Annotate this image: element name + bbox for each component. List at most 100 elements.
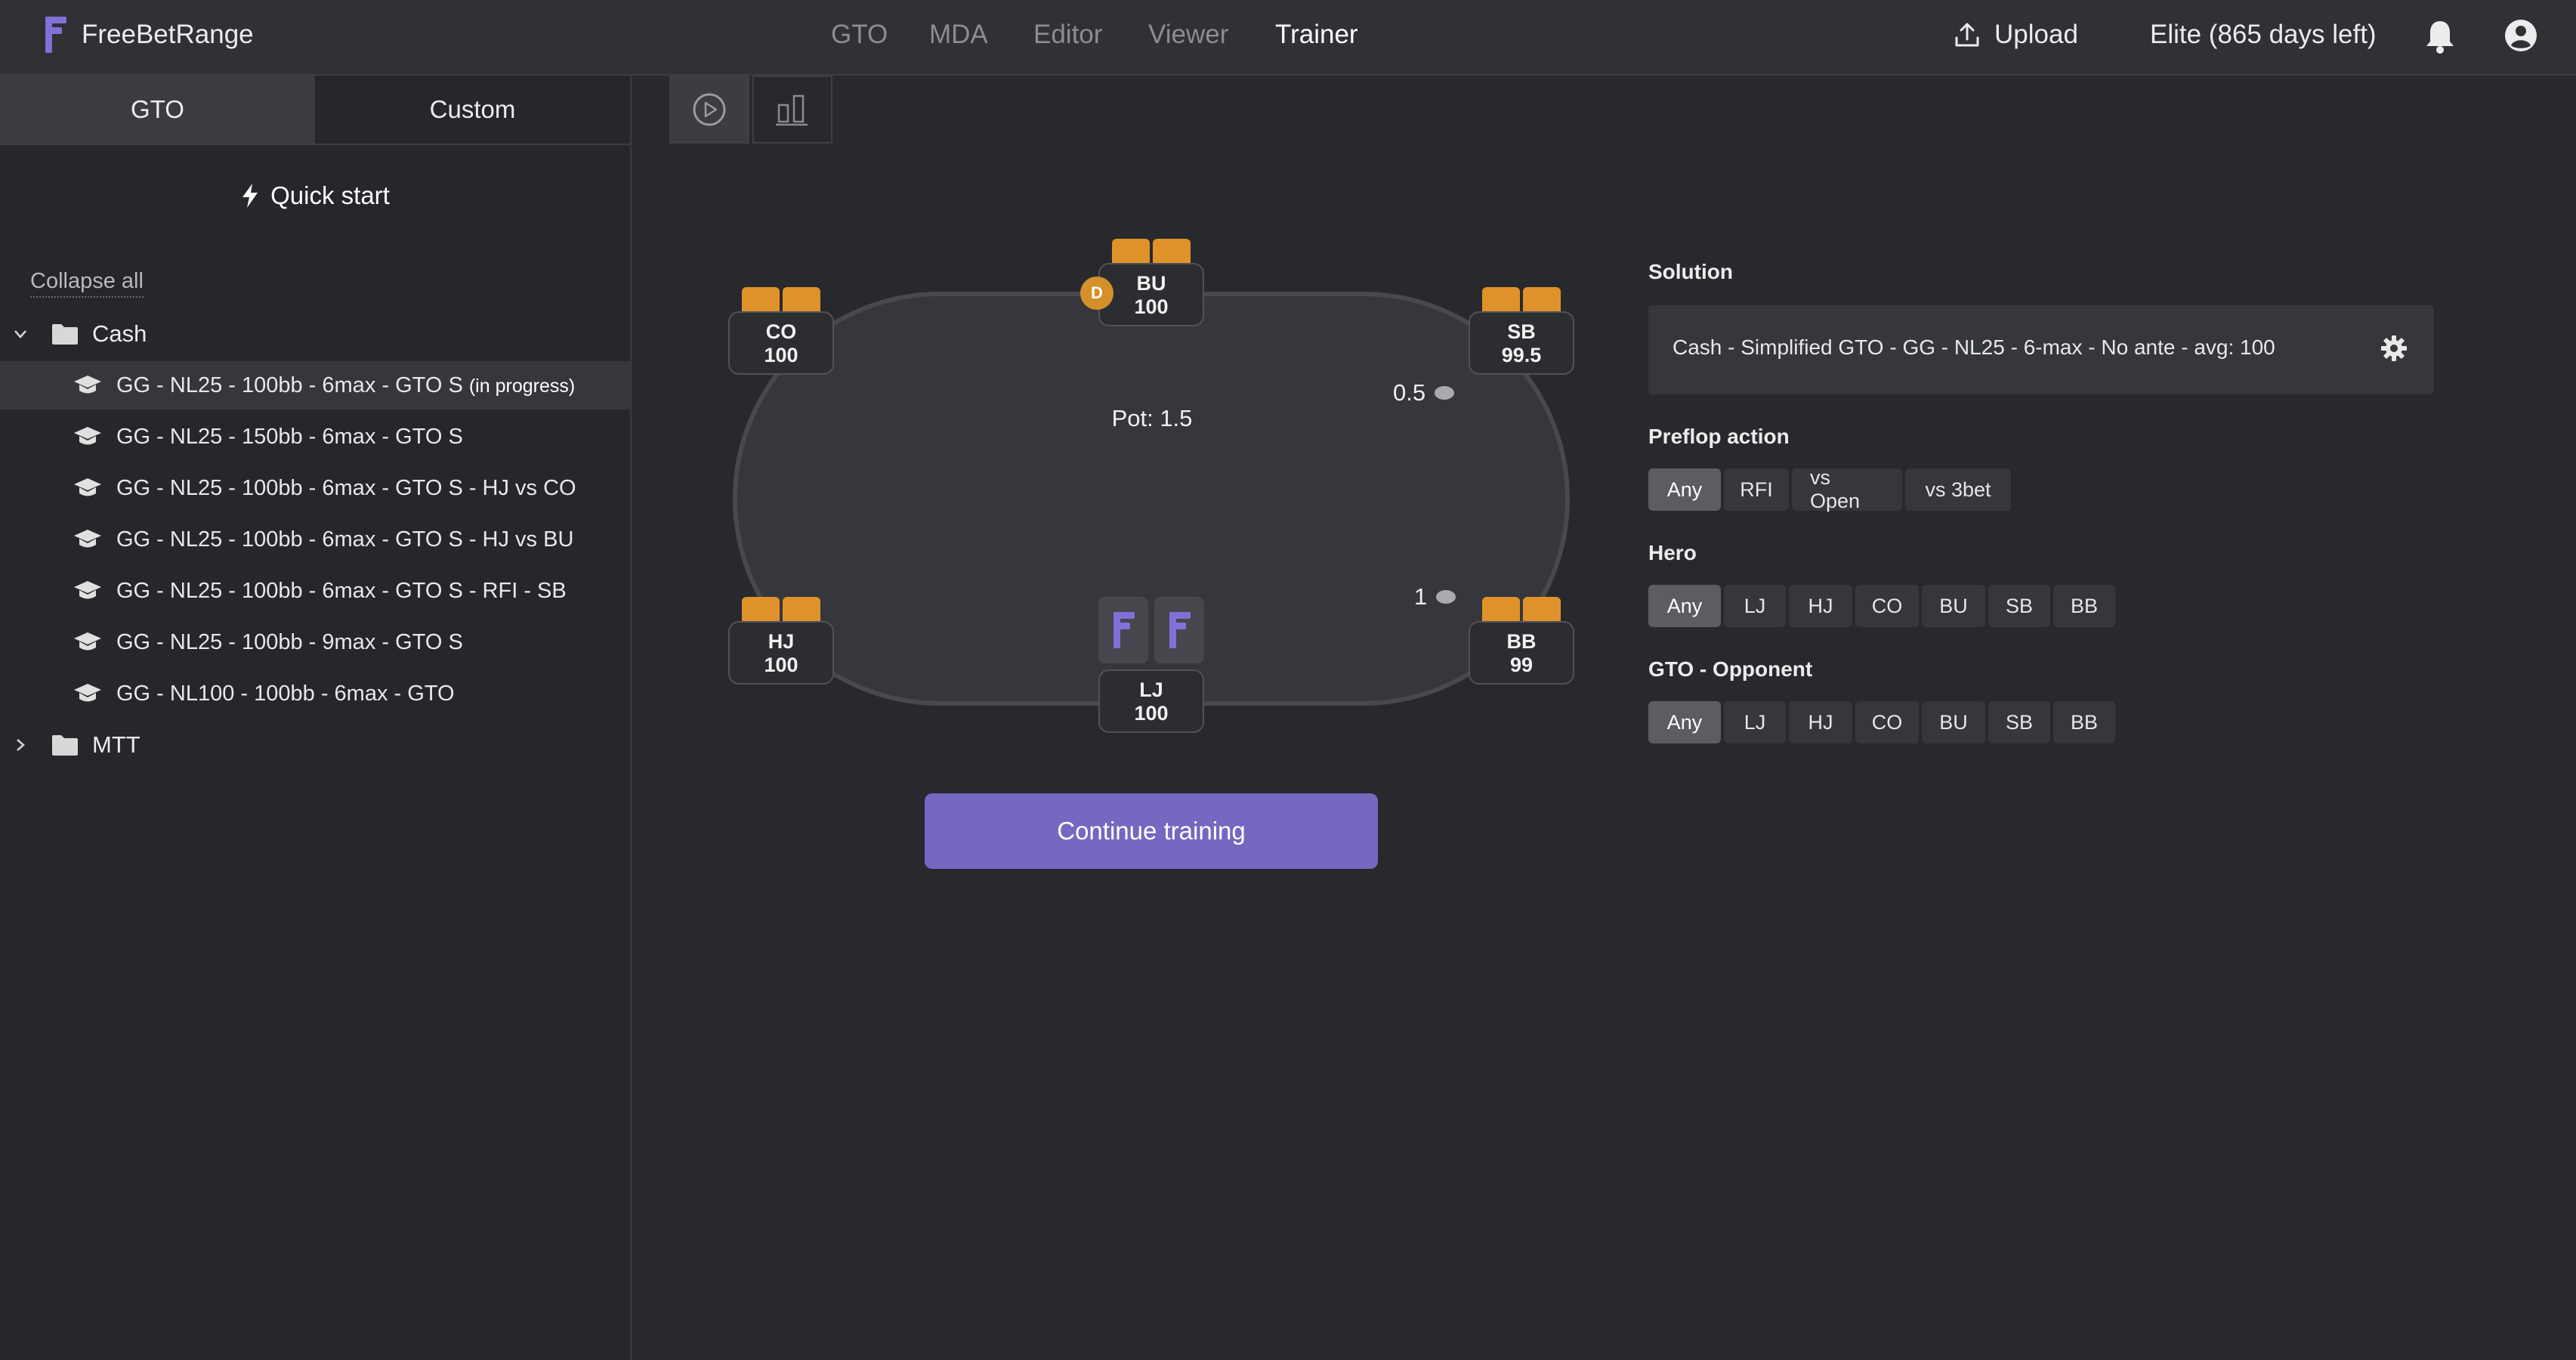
seat-bu: BU 100 xyxy=(1098,263,1204,326)
nav-gto[interactable]: GTO xyxy=(831,17,888,53)
opponent-option-hj[interactable]: HJ xyxy=(1789,701,1852,743)
nav-editor[interactable]: Editor xyxy=(1033,17,1102,53)
folder-label: Cash xyxy=(92,320,147,347)
hero-option-bu[interactable]: BU xyxy=(1922,585,1985,627)
tab-custom[interactable]: Custom xyxy=(315,76,630,144)
bb-bet: 1 xyxy=(1414,583,1456,610)
solution-title: Solution xyxy=(1648,260,1733,283)
continue-training-button[interactable]: Continue training xyxy=(925,793,1378,869)
hero-option-sb[interactable]: SB xyxy=(1988,585,2050,627)
plan-status[interactable]: Elite (865 days left) xyxy=(2150,17,2377,53)
table-felt xyxy=(733,292,1570,706)
hero-option-hj[interactable]: HJ xyxy=(1789,585,1852,627)
pot-label: Pot: 1.5 xyxy=(1111,405,1193,431)
seat-position: SB xyxy=(1507,320,1536,343)
seat-stack: 100 xyxy=(1134,702,1169,725)
graduation-cap-icon xyxy=(74,427,101,445)
play-mode-button[interactable] xyxy=(669,76,749,144)
list-item-label: GG - NL25 - 150bb - 6max - GTO S xyxy=(116,424,463,449)
bar-chart-icon xyxy=(776,94,808,126)
list-item-label: GG - NL25 - 100bb - 6max - GTO S - RFI -… xyxy=(116,578,567,603)
hero-option-bb[interactable]: BB xyxy=(2053,585,2115,627)
list-item[interactable]: GG - NL100 - 100bb - 6max - GTO xyxy=(0,669,630,718)
nav-trainer[interactable]: Trainer xyxy=(1275,17,1358,53)
nav-mda[interactable]: MDA xyxy=(929,17,988,53)
seat-bu-cards xyxy=(1112,239,1191,263)
graduation-cap-icon xyxy=(74,632,101,651)
gear-icon[interactable] xyxy=(2380,334,2408,363)
folder-cash[interactable]: Cash xyxy=(0,310,630,358)
list-item-label: GG - NL25 - 100bb - 6max - GTO S - HJ vs… xyxy=(116,475,576,500)
preflop-option-vs-3bet[interactable]: vs 3bet xyxy=(1905,468,2011,511)
poker-table: Pot: 1.5 BU 100 D CO 100 SB 99.5 0.5 HJ … xyxy=(725,239,1576,733)
bell-icon[interactable] xyxy=(2423,18,2457,54)
stats-mode-button[interactable] xyxy=(752,76,832,144)
list-item-label: GG - NL25 - 100bb - 6max - GTO S xyxy=(116,372,463,397)
mode-toggle xyxy=(669,76,832,144)
app-name: FreeBetRange xyxy=(82,20,254,49)
opponent-option-bu[interactable]: BU xyxy=(1922,701,1985,743)
solution-value: Cash - Simplified GTO - GG - NL25 - 6-ma… xyxy=(1673,335,2275,359)
hero-option-any[interactable]: Any xyxy=(1648,585,1721,627)
chip-icon xyxy=(1435,386,1455,400)
list-item[interactable]: GG - NL25 - 100bb - 6max - GTO S - RFI -… xyxy=(0,567,630,615)
card-back xyxy=(1523,287,1561,311)
opponent-option-any[interactable]: Any xyxy=(1648,701,1721,743)
folder-icon xyxy=(52,324,78,345)
chevron-down-icon[interactable] xyxy=(12,326,29,342)
opponent-option-bb[interactable]: BB xyxy=(2053,701,2115,743)
list-item[interactable]: GG - NL25 - 100bb - 6max - GTO S - HJ vs… xyxy=(0,464,630,512)
graduation-cap-icon xyxy=(74,376,101,394)
card-back xyxy=(742,287,780,311)
seat-position: BB xyxy=(1506,630,1537,653)
opponent-option-lj[interactable]: LJ xyxy=(1724,701,1786,743)
seat-position: BU xyxy=(1136,272,1166,295)
preflop-option-vs-open[interactable]: vs Open xyxy=(1792,466,1902,512)
list-item-label: GG - NL25 - 100bb - 6max - GTO S - HJ vs… xyxy=(116,527,574,552)
logo-icon[interactable] xyxy=(42,15,68,54)
collapse-all-link[interactable]: Collapse all xyxy=(30,266,144,298)
list-item[interactable]: GG - NL25 - 100bb - 6max - GTO S (in pro… xyxy=(0,361,630,410)
tab-gto[interactable]: GTO xyxy=(0,76,315,144)
hero-card xyxy=(1154,597,1204,663)
list-item[interactable]: GG - NL25 - 100bb - 9max - GTO S xyxy=(0,618,630,666)
logo-card-icon xyxy=(1113,612,1135,648)
seat-sb: SB 99.5 xyxy=(1469,311,1574,375)
chevron-right-icon[interactable] xyxy=(12,737,29,753)
seat-co-cards xyxy=(742,287,820,311)
card-back xyxy=(1523,597,1561,621)
hero-option-lj[interactable]: LJ xyxy=(1724,585,1786,627)
folder-label: MTT xyxy=(92,731,141,758)
list-item[interactable]: GG - NL25 - 100bb - 6max - GTO S - HJ vs… xyxy=(0,515,630,564)
folder-mtt[interactable]: MTT xyxy=(0,721,630,769)
seat-position: LJ xyxy=(1139,678,1163,701)
preflop-option-any[interactable]: Any xyxy=(1648,468,1721,511)
lightning-icon xyxy=(242,184,258,208)
seat-hj-cards xyxy=(742,597,820,621)
dealer-button: D xyxy=(1080,277,1113,310)
upload-icon xyxy=(1955,23,1979,47)
hero-option-co[interactable]: CO xyxy=(1855,585,1919,627)
preflop-option-rfi[interactable]: RFI xyxy=(1724,468,1789,511)
solution-select[interactable]: Cash - Simplified GTO - GG - NL25 - 6-ma… xyxy=(1648,305,2434,394)
seat-stack: 99 xyxy=(1509,654,1534,676)
top-bar: FreeBetRange GTO MDA Editor Viewer Train… xyxy=(0,0,2576,76)
seat-stack: 100 xyxy=(1134,295,1169,318)
list-item[interactable]: GG - NL25 - 150bb - 6max - GTO S xyxy=(0,413,630,461)
quick-start-button[interactable]: Quick start xyxy=(0,178,630,213)
opponent-option-sb[interactable]: SB xyxy=(1988,701,2050,743)
seat-lj: LJ 100 xyxy=(1098,669,1204,733)
seat-stack: 100 xyxy=(764,344,798,366)
bet-amount: 0.5 xyxy=(1393,379,1426,406)
card-back xyxy=(1112,239,1150,263)
nav-viewer[interactable]: Viewer xyxy=(1148,17,1228,53)
upload-label: Upload xyxy=(1994,20,2078,49)
hero-title: Hero xyxy=(1648,541,1697,564)
hero-options: Any LJ HJ CO BU SB BB xyxy=(1648,585,2115,627)
account-icon[interactable] xyxy=(2503,18,2538,53)
bet-amount: 1 xyxy=(1414,583,1428,610)
graduation-cap-icon xyxy=(74,530,101,548)
opponent-option-co[interactable]: CO xyxy=(1855,701,1919,743)
upload-button[interactable]: Upload xyxy=(1954,17,2078,53)
preflop-action-options: Any RFI vs Open vs 3bet xyxy=(1648,466,2011,512)
